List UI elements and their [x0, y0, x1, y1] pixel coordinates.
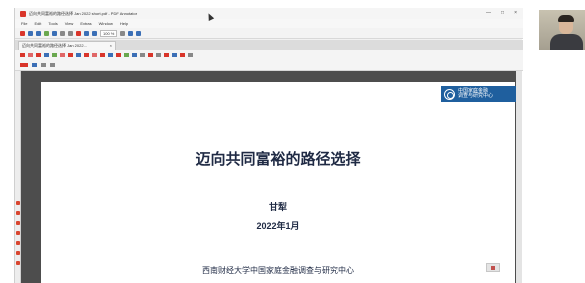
title-bar: 迈向共同富裕的路径选择 Jan 2022 short.pdf - PDF Ann…: [15, 8, 523, 19]
annotation-tool-icon[interactable]: [76, 53, 81, 57]
annotation-tool-icon[interactable]: [100, 53, 105, 57]
slide-date: 2022年1月: [256, 221, 300, 231]
slide-author: 甘犁: [268, 202, 287, 212]
annotation-tool-icon[interactable]: [124, 53, 129, 57]
window-controls: — □ ×: [486, 10, 517, 16]
tab-document[interactable]: 迈向共同富裕的路径选择 Jan 2022... ×: [18, 41, 116, 50]
toolbar-icon[interactable]: [68, 30, 73, 36]
annotation-tool-icon[interactable]: [172, 53, 177, 57]
toolbar-icon[interactable]: [28, 30, 33, 36]
stamp-tool-icon[interactable]: [16, 251, 20, 255]
menu-help[interactable]: Help: [120, 21, 128, 26]
pen-color-swatch[interactable]: [20, 63, 28, 67]
window-title: 迈向共同富裕的路径选择 Jan 2022 short.pdf - PDF Ann…: [29, 10, 138, 16]
annotation-tool-icon[interactable]: [156, 53, 161, 57]
menu-window[interactable]: Window: [99, 21, 113, 26]
annotation-tool-icon[interactable]: [188, 53, 193, 57]
annotation-tool-icon[interactable]: [108, 53, 113, 57]
menu-bar: File Edit Tools View Extras Window Help: [15, 19, 523, 28]
screen: 迈向共同富裕的路径选择 Jan 2022 short.pdf - PDF Ann…: [0, 0, 585, 283]
annotation-tool-icon[interactable]: [20, 53, 25, 57]
annotation-tool-icon[interactable]: [28, 53, 33, 57]
tab-document-label: 迈向共同富裕的路径选择 Jan 2022...: [22, 43, 87, 48]
presenter-hair: [558, 15, 574, 22]
slide-institution: 西南财经大学中国家庭金融调查与研究中心: [202, 266, 354, 275]
main-toolbar: 100 %: [15, 28, 523, 39]
toolbar-icon[interactable]: [76, 30, 81, 36]
minimize-button[interactable]: —: [486, 10, 491, 16]
annotation-tool-icon[interactable]: [164, 53, 169, 57]
close-button[interactable]: ×: [514, 10, 517, 16]
shape-tool-icon[interactable]: [16, 231, 20, 235]
page-nav-button[interactable]: [486, 263, 500, 272]
menu-extras[interactable]: Extras: [80, 21, 91, 26]
annotation-tool-icon[interactable]: [84, 53, 89, 57]
highlighter-icon[interactable]: [41, 63, 46, 67]
eraser-tool-icon[interactable]: [16, 261, 20, 265]
annotation-tool-icon[interactable]: [60, 53, 65, 57]
logo-emblem-icon: [444, 88, 455, 100]
toolbar-icon[interactable]: [136, 30, 142, 36]
annotation-tool-icon[interactable]: [140, 53, 145, 57]
maximize-button[interactable]: □: [501, 10, 504, 16]
pen-style-toolbar: [15, 60, 523, 71]
page-icon: [491, 265, 495, 270]
toolbar-icon[interactable]: [92, 30, 97, 36]
toolbar-icon[interactable]: [36, 30, 41, 36]
logo-line-2: 调查与研究中心: [458, 93, 494, 99]
menu-tools[interactable]: Tools: [48, 21, 57, 26]
pdf-page: 中国家庭金融 调查与研究中心 迈向共同富裕的路径选择 甘犁 2022年1月 西南…: [41, 82, 517, 283]
toolbar-icon[interactable]: [44, 30, 49, 36]
webcam-video: [539, 10, 585, 50]
vertical-scrollbar[interactable]: [516, 71, 522, 283]
institution-logo: 中国家庭金融 调查与研究中心: [441, 86, 517, 102]
slide-title: 迈向共同富裕的路径选择: [195, 151, 361, 168]
toolbar-icon[interactable]: [84, 30, 89, 36]
pen-width-icon[interactable]: [32, 63, 37, 67]
zoom-level-field[interactable]: 100 %: [100, 29, 118, 37]
toolbar-icon[interactable]: [120, 30, 126, 36]
annotation-toolbar: [15, 50, 523, 60]
annotation-tool-icon[interactable]: [36, 53, 41, 57]
toolbar-icon[interactable]: [128, 30, 134, 36]
presenter-body: [550, 34, 583, 50]
toolbar-icon[interactable]: [60, 30, 65, 36]
annotation-tool-icon[interactable]: [180, 53, 185, 57]
document-canvas[interactable]: 中国家庭金融 调查与研究中心 迈向共同富裕的路径选择 甘犁 2022年1月 西南…: [21, 71, 517, 283]
annotation-tool-icon[interactable]: [92, 53, 97, 57]
pdf-annotator-window: 迈向共同富裕的路径选择 Jan 2022 short.pdf - PDF Ann…: [14, 8, 523, 283]
toolbar-icon[interactable]: [20, 30, 25, 36]
annotation-tool-icon[interactable]: [68, 53, 73, 57]
eraser-icon[interactable]: [50, 63, 55, 67]
annotation-tool-icon[interactable]: [148, 53, 153, 57]
menu-edit[interactable]: Edit: [34, 21, 41, 26]
app-icon: [20, 10, 26, 17]
toolbar-icon[interactable]: [52, 30, 57, 36]
highlight-tool-icon[interactable]: [16, 221, 20, 225]
tab-close-icon[interactable]: ×: [110, 43, 112, 48]
document-tab-bar: 迈向共同富裕的路径选择 Jan 2022... ×: [15, 40, 523, 50]
annotation-tool-icon[interactable]: [52, 53, 57, 57]
menu-file[interactable]: File: [21, 21, 27, 26]
pen-tool-icon[interactable]: [16, 201, 20, 205]
annotation-tool-icon[interactable]: [44, 53, 49, 57]
annotation-tool-icon[interactable]: [132, 53, 137, 57]
marker-tool-icon[interactable]: [16, 211, 20, 215]
menu-view[interactable]: View: [65, 21, 74, 26]
annotation-tool-icon[interactable]: [116, 53, 121, 57]
text-tool-icon[interactable]: [16, 241, 20, 245]
